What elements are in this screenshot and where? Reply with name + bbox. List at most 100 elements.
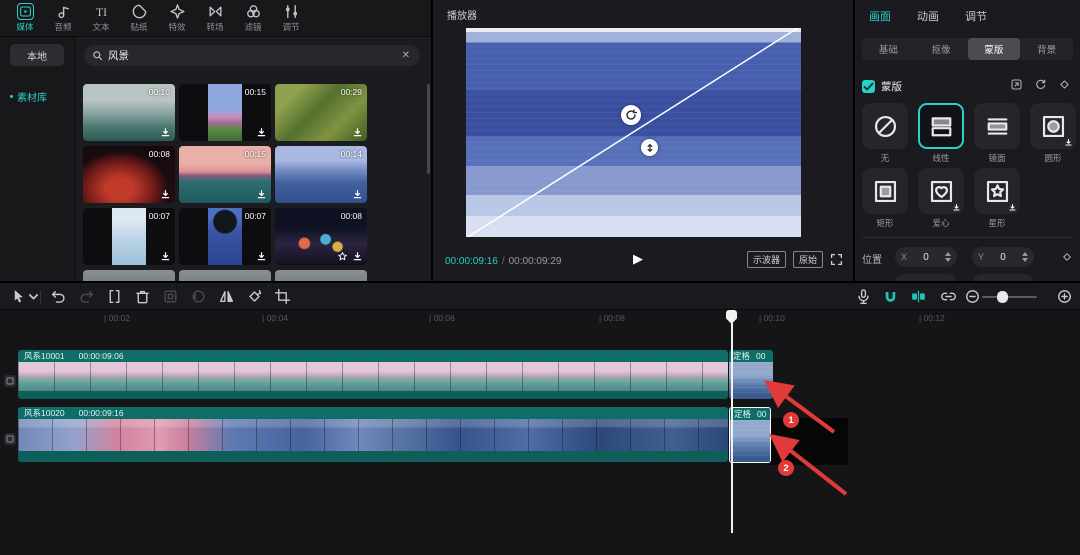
tab-画面[interactable]: 画面 — [869, 8, 891, 24]
select-tool-dropdown-icon[interactable] — [25, 288, 42, 305]
mask-rotate-handle[interactable] — [621, 105, 641, 125]
position-x-input[interactable]: X 0 — [895, 247, 957, 267]
track2-clip[interactable]: 风系10020 00:00:09:16 — [18, 407, 728, 462]
tab-动画[interactable]: 动画 — [917, 8, 939, 24]
next-control-partial[interactable] — [895, 274, 957, 281]
divider — [862, 237, 1073, 238]
media-item-palm[interactable]: 00:07 — [179, 208, 271, 265]
subtab-蒙版[interactable]: 蒙版 — [967, 38, 1021, 60]
timeline-ruler[interactable]: | 00:02 | 00:04 | 00:06 | 00:08 | 00:10 | 00:… — [0, 310, 1080, 326]
track1-toggle-icon[interactable] — [4, 375, 16, 387]
media-item-fire[interactable]: 00:08 — [83, 146, 175, 203]
clear-search-icon[interactable]: ✕ — [400, 50, 412, 61]
media-item-ph[interactable] — [275, 270, 367, 281]
mask-option-circle[interactable] — [1030, 103, 1076, 149]
local-tab-button[interactable]: 本地 — [10, 44, 64, 66]
timeline-zoom-slider[interactable] — [982, 296, 1037, 298]
zoom-out-icon[interactable] — [964, 288, 981, 305]
link-preview-icon[interactable] — [940, 288, 957, 305]
mask-option-heart[interactable] — [918, 168, 964, 214]
download-icon[interactable] — [160, 189, 171, 200]
x-stepper[interactable] — [945, 252, 951, 262]
playhead-line[interactable] — [731, 310, 733, 533]
nav-item-audio[interactable]: 音频 — [44, 3, 82, 33]
media-item-flowers[interactable]: 00:15 — [179, 84, 271, 141]
subtab-基础[interactable]: 基础 — [862, 38, 915, 60]
scope-button[interactable]: 示波器 — [746, 251, 786, 268]
nav-item-transition[interactable]: 转场 — [196, 3, 234, 33]
download-icon[interactable] — [352, 251, 363, 262]
download-icon[interactable] — [160, 127, 171, 138]
media-item-city[interactable]: 00:10 — [83, 84, 175, 141]
nav-item-effects[interactable]: 特效 — [158, 3, 196, 33]
linear-mask-line[interactable] — [466, 28, 801, 237]
mask-option-rect[interactable] — [862, 168, 908, 214]
nav-label: 调节 — [282, 22, 300, 32]
play-button[interactable]: ▶ — [633, 251, 643, 267]
nav-item-adjust[interactable]: 调节 — [272, 3, 310, 33]
stock-library-tab[interactable]: 素材库 — [10, 89, 47, 104]
split-icon[interactable] — [106, 288, 123, 305]
media-duration: 00:14 — [340, 149, 362, 159]
record-voiceover-icon[interactable] — [855, 288, 872, 305]
y-stepper[interactable] — [1022, 252, 1028, 262]
auto-snap-icon[interactable] — [910, 288, 927, 305]
search-input[interactable]: 风景 ✕ — [84, 45, 420, 66]
reset-icon[interactable] — [1034, 78, 1047, 91]
subtab-背景[interactable]: 背景 — [1020, 38, 1073, 60]
crop-icon[interactable] — [274, 288, 291, 305]
nav-item-sticker[interactable]: 贴纸 — [120, 3, 158, 33]
original-quality-button[interactable]: 原始 — [792, 251, 823, 268]
download-icon[interactable] — [256, 127, 267, 138]
download-icon[interactable] — [352, 127, 363, 138]
download-icon[interactable] — [256, 251, 267, 262]
ruler-tick: | 00:08 — [599, 313, 625, 323]
media-scrollbar[interactable] — [427, 84, 430, 174]
nav-item-filter[interactable]: 滤镜 — [234, 3, 272, 33]
mask-option-star[interactable] — [974, 168, 1020, 214]
media-item-ph[interactable] — [179, 270, 271, 281]
track2-freeze-clip-selected[interactable]: 定格 00 — [729, 407, 771, 463]
track1-clip[interactable]: 风系10001 00:00:09:06 — [18, 350, 728, 399]
zoom-fit-icon[interactable] — [1056, 288, 1073, 305]
track2-toggle-icon[interactable] — [4, 433, 16, 445]
main-track-magnet-icon[interactable] — [882, 288, 899, 305]
media-item-jungle[interactable]: 00:29 — [275, 84, 367, 141]
nav-item-media[interactable]: 媒体 — [6, 3, 44, 33]
download-icon[interactable] — [352, 189, 363, 200]
mask-option-mirror[interactable] — [974, 103, 1020, 149]
delete-icon[interactable] — [134, 288, 151, 305]
mirror-icon[interactable] — [218, 288, 235, 305]
rotate-icon[interactable] — [246, 288, 263, 305]
next-control-partial[interactable] — [972, 274, 1034, 281]
mask-option-linear[interactable] — [918, 103, 964, 149]
media-item-ph[interactable] — [83, 270, 175, 281]
subtab-抠像[interactable]: 抠像 — [915, 38, 968, 60]
mask-option-none[interactable] — [862, 103, 908, 149]
favorite-star-icon[interactable] — [337, 251, 348, 262]
nav-item-text[interactable]: TI 文本 — [82, 3, 120, 33]
media-item-sunset[interactable]: 00:15 — [179, 146, 271, 203]
download-icon[interactable] — [160, 251, 171, 262]
tab-调节[interactable]: 调节 — [965, 8, 987, 24]
mask-star-icon — [984, 178, 1011, 205]
timeline-zoom-knob[interactable] — [997, 291, 1008, 303]
redo-icon[interactable] — [78, 288, 95, 305]
fullscreen-icon[interactable] — [830, 253, 843, 266]
clip-audio-bar — [18, 391, 728, 399]
mask-invert-icon[interactable] — [1010, 78, 1023, 91]
mask-feather-handle[interactable] — [641, 139, 658, 156]
keyframe-icon[interactable] — [1058, 78, 1071, 91]
position-y-input[interactable]: Y 0 — [972, 247, 1034, 267]
position-keyframe-icon[interactable] — [1061, 251, 1073, 263]
media-item-night[interactable]: 00:08 — [275, 208, 367, 265]
freeze-frame-icon[interactable] — [162, 288, 179, 305]
media-item-ocean[interactable]: 00:14 — [275, 146, 367, 203]
media-item-snow[interactable]: 00:07 — [83, 208, 175, 265]
track1-freeze-clip[interactable]: 定格 00 — [729, 350, 773, 399]
reverse-icon[interactable] — [190, 288, 207, 305]
undo-icon[interactable] — [50, 288, 67, 305]
mask-enable-checkbox[interactable] — [862, 79, 875, 93]
video-preview[interactable] — [466, 28, 801, 237]
download-icon[interactable] — [256, 189, 267, 200]
